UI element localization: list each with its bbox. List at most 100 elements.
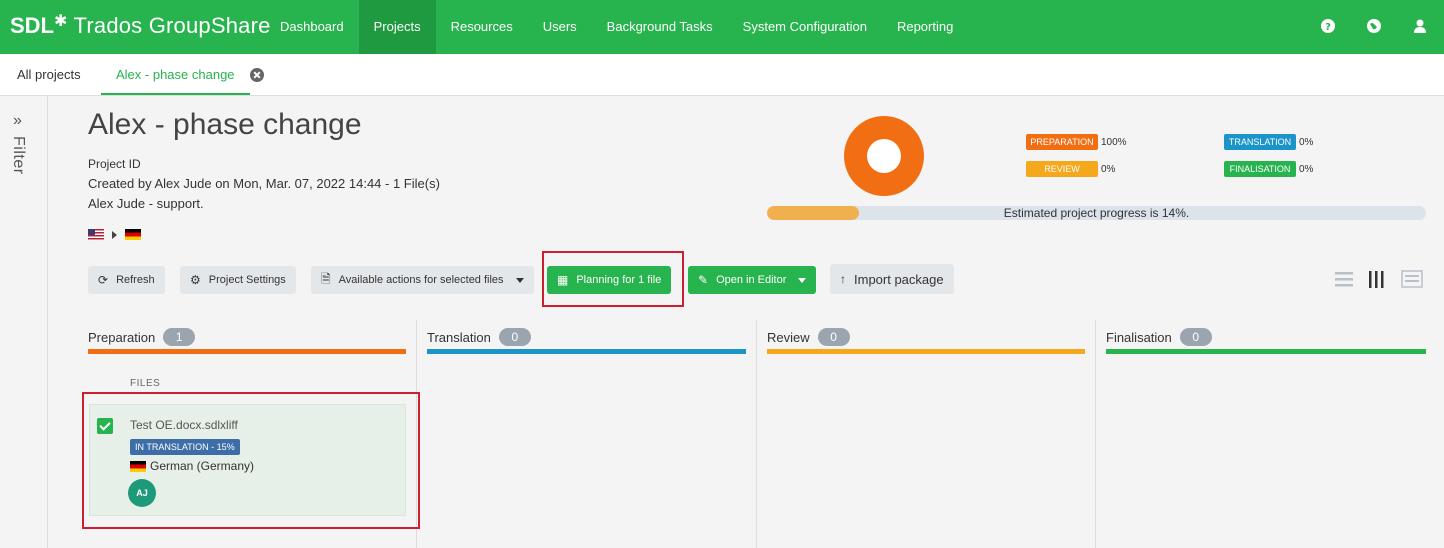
close-tab-icon[interactable]: [250, 68, 264, 82]
expand-chevron-icon[interactable]: »: [13, 112, 22, 130]
nav-projects[interactable]: Projects: [358, 0, 436, 54]
svg-text:?: ?: [1325, 22, 1331, 33]
import-package-label: Import package: [854, 271, 944, 287]
legend-value: 0%: [1101, 163, 1116, 175]
column-header: Translation 0: [427, 328, 531, 346]
help-icon[interactable]: ?: [1320, 18, 1336, 34]
top-navigation-bar: SDL✱ Trados GroupShare Dashboard Project…: [0, 0, 1444, 54]
legend-value: 0%: [1299, 163, 1314, 175]
language-pair: [88, 229, 141, 240]
legend-review: REVIEW 0%: [1026, 161, 1115, 177]
column-color-bar: [1106, 349, 1426, 354]
column-view-icon[interactable]: [1364, 268, 1388, 290]
us-flag-icon: [88, 229, 104, 240]
logo-brand: SDL: [10, 13, 54, 38]
file-checkbox[interactable]: [97, 418, 113, 434]
refresh-button[interactable]: ⟳ Refresh: [88, 266, 165, 294]
phase-donut-chart: [844, 116, 924, 196]
open-in-editor-label: Open in Editor: [716, 274, 787, 286]
german-flag-icon: [130, 460, 146, 472]
nav-dashboard[interactable]: Dashboard: [265, 0, 359, 54]
import-package-button[interactable]: ↑ Import package: [830, 264, 954, 294]
planning-label: Planning for 1 file: [576, 274, 662, 286]
file-language-label: German (Germany): [150, 459, 255, 473]
legend-preparation: PREPARATION 100%: [1026, 134, 1127, 150]
column-title: Preparation: [88, 329, 156, 345]
legend-finalisation: FINALISATION 0%: [1224, 161, 1313, 177]
column-title: Translation: [427, 329, 491, 345]
column-divider: [1095, 320, 1096, 548]
main-nav: Dashboard Projects Resources Users Backg…: [265, 0, 968, 54]
legend-badge: FINALISATION: [1224, 161, 1296, 177]
file-name[interactable]: Test OE.docx.sdlxliff: [130, 418, 238, 432]
column-count-badge: 0: [1179, 328, 1212, 346]
refresh-icon: ⟳: [98, 273, 109, 287]
column-header: Review 0: [767, 328, 850, 346]
nav-resources[interactable]: Resources: [436, 0, 528, 54]
legend-badge: TRANSLATION: [1224, 134, 1296, 150]
planning-button[interactable]: ▦ Planning for 1 file: [547, 266, 672, 294]
column-count-badge: 0: [498, 328, 531, 346]
column-divider: [756, 320, 757, 548]
column-review: Review 0: [767, 320, 1085, 548]
available-actions-label: Available actions for selected files: [338, 274, 504, 286]
column-finalisation: Finalisation 0: [1106, 320, 1426, 548]
header-icons: ?: [1320, 18, 1428, 34]
files-section-label: FILES: [130, 378, 161, 389]
file-status-badge: IN TRANSLATION - 15%: [130, 439, 240, 455]
project-id-label: Project ID: [88, 157, 141, 171]
list-view-icon[interactable]: [1333, 268, 1357, 290]
nav-users[interactable]: Users: [528, 0, 592, 54]
column-title: Review: [767, 329, 810, 345]
calendar-icon: ▦: [557, 273, 569, 287]
nav-background-tasks[interactable]: Background Tasks: [592, 0, 728, 54]
tab-all-projects[interactable]: All projects: [17, 54, 81, 96]
available-actions-dropdown[interactable]: 🗎 Available actions for selected files: [311, 266, 534, 294]
column-count-badge: 1: [163, 328, 196, 346]
column-title: Finalisation: [1106, 329, 1172, 345]
legend-value: 100%: [1101, 136, 1127, 148]
legend-value: 0%: [1299, 136, 1314, 148]
column-count-badge: 0: [817, 328, 850, 346]
globe-icon[interactable]: [1366, 18, 1382, 34]
card-view-icon[interactable]: [1400, 268, 1424, 290]
arrow-right-icon: [112, 230, 117, 239]
legend-badge: REVIEW: [1026, 161, 1098, 177]
arrow-up-icon: ↑: [840, 272, 846, 286]
project-progress-bar: Estimated project progress is 14%.: [767, 206, 1426, 220]
tab-current-project[interactable]: Alex - phase change: [101, 54, 250, 95]
logo-product: Trados GroupShare: [73, 13, 271, 38]
legend-translation: TRANSLATION 0%: [1224, 134, 1313, 150]
nav-system-configuration[interactable]: System Configuration: [728, 0, 882, 54]
project-settings-button[interactable]: ⚙ Project Settings: [180, 266, 296, 294]
assignee-avatar[interactable]: AJ: [128, 479, 156, 507]
chevron-down-icon: [798, 277, 807, 283]
legend-badge: PREPARATION: [1026, 134, 1098, 150]
chevron-down-icon: [515, 277, 524, 283]
column-color-bar: [427, 349, 746, 354]
user-icon[interactable]: [1412, 18, 1428, 34]
column-header: Finalisation 0: [1106, 328, 1212, 346]
page-title: Alex - phase change: [88, 108, 362, 141]
column-color-bar: [88, 349, 406, 354]
progress-text: Estimated project progress is 14%.: [1003, 206, 1190, 220]
column-color-bar: [767, 349, 1085, 354]
open-in-editor-button[interactable]: ✎ Open in Editor: [688, 266, 817, 294]
project-settings-label: Project Settings: [208, 274, 286, 286]
file-icon: 🗎: [321, 271, 331, 286]
logo-star: ✱: [54, 13, 68, 30]
column-header: Preparation 1: [88, 328, 196, 346]
filter-sidebar[interactable]: » Filter: [0, 96, 48, 548]
column-translation: Translation 0: [427, 320, 746, 548]
file-language: German (Germany): [130, 459, 254, 473]
app-logo[interactable]: SDL✱ Trados GroupShare: [10, 13, 271, 39]
refresh-label: Refresh: [116, 274, 155, 286]
project-created-info: Created by Alex Jude on Mon, Mar. 07, 20…: [88, 176, 440, 191]
nav-reporting[interactable]: Reporting: [882, 0, 968, 54]
gear-icon: ⚙: [190, 273, 201, 287]
column-divider: [416, 320, 417, 548]
german-flag-icon: [125, 229, 141, 240]
edit-icon: ✎: [698, 273, 709, 287]
file-card[interactable]: Test OE.docx.sdlxliff IN TRANSLATION - 1…: [89, 404, 406, 516]
project-tabs: All projects Alex - phase change: [0, 54, 1444, 96]
